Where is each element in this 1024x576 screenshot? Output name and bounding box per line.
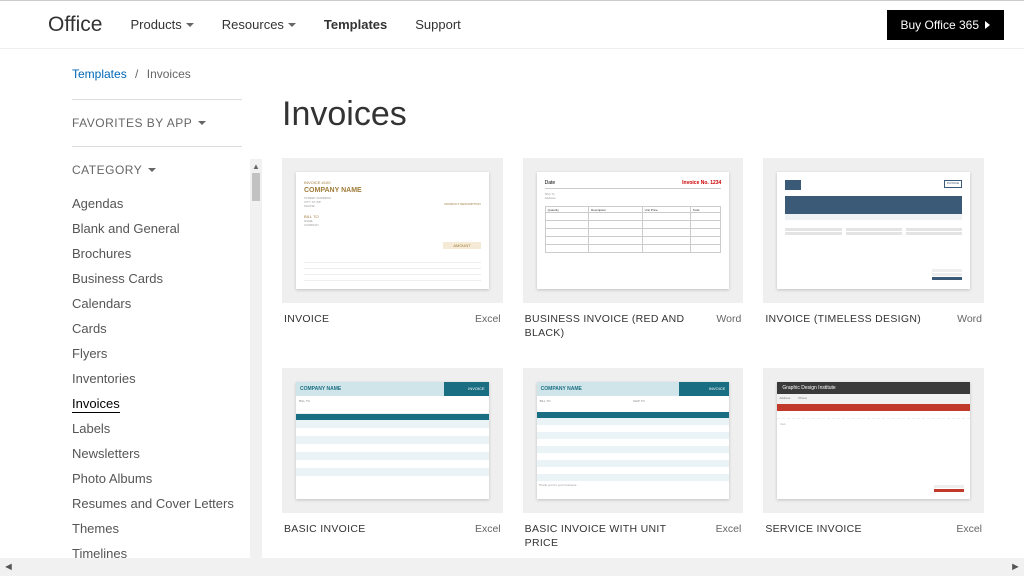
nav-resources[interactable]: Resources xyxy=(222,17,296,32)
card-meta: BASIC INVOICE Excel xyxy=(282,513,503,537)
chevron-down-icon xyxy=(198,121,206,125)
chevron-right-icon xyxy=(985,21,990,29)
card-meta: BUSINESS INVOICE (RED AND BLACK) Word xyxy=(523,303,744,340)
divider xyxy=(72,146,242,147)
brand-logo[interactable]: Office xyxy=(48,13,102,37)
template-card[interactable]: Graphic Design Institute AddressPhone It… xyxy=(763,368,984,550)
chevron-down-icon xyxy=(186,23,194,27)
doc-preview: INVOICE #100 COMPANY NAME STREET ADDRESS… xyxy=(296,172,489,289)
card-app: Excel xyxy=(475,313,501,325)
card-meta: INVOICE (TIMELESS DESIGN) Word xyxy=(763,303,984,327)
card-title: SERVICE INVOICE xyxy=(765,523,862,537)
chevron-down-icon xyxy=(288,23,296,27)
sidebar-item-photo-albums[interactable]: Photo Albums xyxy=(72,466,242,491)
nav-label: Support xyxy=(415,17,461,32)
sidebar-favorites-header[interactable]: FAVORITES BY APP xyxy=(72,110,242,136)
scroll-right-icon[interactable]: ► xyxy=(1007,559,1024,576)
sidebar-item-cards[interactable]: Cards xyxy=(72,316,242,341)
sidebar-head-label: FAVORITES BY APP xyxy=(72,116,192,130)
card-title: BASIC INVOICE WITH UNIT PRICE xyxy=(525,523,688,550)
page-title: Invoices xyxy=(282,95,984,134)
breadcrumb-separator: / xyxy=(135,67,138,81)
main-content: Invoices INVOICE #100 COMPANY NAME STREE… xyxy=(282,89,1024,558)
card-meta: SERVICE INVOICE Excel xyxy=(763,513,984,537)
template-thumbnail: Graphic Design Institute AddressPhone It… xyxy=(763,368,984,513)
template-thumbnail: Date Invoice No. 1234 Ship ToAddress Qua… xyxy=(523,158,744,303)
sidebar-item-agendas[interactable]: Agendas xyxy=(72,191,242,216)
card-title: INVOICE xyxy=(284,313,329,327)
breadcrumb-current: Invoices xyxy=(147,67,191,81)
template-card[interactable]: INVOICE xyxy=(763,158,984,340)
card-title: INVOICE (TIMELESS DESIGN) xyxy=(765,313,921,327)
scroll-track[interactable] xyxy=(17,558,1007,576)
card-title: BUSINESS INVOICE (RED AND BLACK) xyxy=(525,313,688,340)
template-card[interactable]: Date Invoice No. 1234 Ship ToAddress Qua… xyxy=(523,158,744,340)
top-nav: Office Products Resources Templates Supp… xyxy=(0,1,1024,49)
nav-menu: Products Resources Templates Support xyxy=(130,17,886,32)
scroll-up-icon[interactable]: ▲ xyxy=(250,159,262,173)
horizontal-scrollbar[interactable]: ◄ ► xyxy=(0,558,1024,576)
buy-label: Buy Office 365 xyxy=(901,18,980,32)
nav-products[interactable]: Products xyxy=(130,17,193,32)
doc-preview: COMPANY NAME INVOICE BILL TO xyxy=(296,382,489,499)
template-thumbnail: COMPANY NAME INVOICE BILL TOSHIP TO xyxy=(523,368,744,513)
template-thumbnail: INVOICE #100 COMPANY NAME STREET ADDRESS… xyxy=(282,158,503,303)
doc-preview: Graphic Design Institute AddressPhone It… xyxy=(777,382,970,499)
content-scroll[interactable]: Templates / Invoices FAVORITES BY APP CA… xyxy=(0,49,1024,558)
divider xyxy=(72,99,242,100)
sidebar-item-resumes[interactable]: Resumes and Cover Letters xyxy=(72,491,242,516)
breadcrumb: Templates / Invoices xyxy=(72,49,1024,89)
template-card[interactable]: COMPANY NAME INVOICE BILL TOSHIP TO xyxy=(523,368,744,550)
sidebar-scrollbar[interactable]: ▲ xyxy=(250,159,262,558)
sidebar-item-invoices[interactable]: Invoices xyxy=(72,391,242,416)
doc-preview: INVOICE xyxy=(777,172,970,289)
sidebar-item-flyers[interactable]: Flyers xyxy=(72,341,242,366)
nav-support[interactable]: Support xyxy=(415,17,461,32)
card-app: Excel xyxy=(956,523,982,535)
template-card[interactable]: COMPANY NAME INVOICE BILL TO xyxy=(282,368,503,550)
buy-office-button[interactable]: Buy Office 365 xyxy=(887,10,1005,40)
template-thumbnail: INVOICE xyxy=(763,158,984,303)
sidebar-item-calendars[interactable]: Calendars xyxy=(72,291,242,316)
template-grid: INVOICE #100 COMPANY NAME STREET ADDRESS… xyxy=(282,158,984,558)
nav-label: Templates xyxy=(324,17,387,32)
sidebar-item-business-cards[interactable]: Business Cards xyxy=(72,266,242,291)
card-title: BASIC INVOICE xyxy=(284,523,366,537)
sidebar-item-blank[interactable]: Blank and General xyxy=(72,216,242,241)
sidebar: FAVORITES BY APP CATEGORY Agendas Blank … xyxy=(72,89,242,558)
category-list: Agendas Blank and General Brochures Busi… xyxy=(72,191,242,558)
card-app: Word xyxy=(716,313,741,325)
sidebar-item-themes[interactable]: Themes xyxy=(72,516,242,541)
sidebar-item-timelines[interactable]: Timelines xyxy=(72,541,242,558)
scroll-left-icon[interactable]: ◄ xyxy=(0,559,17,576)
sidebar-item-labels[interactable]: Labels xyxy=(72,416,242,441)
scroll-thumb[interactable] xyxy=(252,173,260,201)
chevron-down-icon xyxy=(148,168,156,172)
nav-label: Products xyxy=(130,17,181,32)
template-card[interactable]: INVOICE #100 COMPANY NAME STREET ADDRESS… xyxy=(282,158,503,340)
card-app: Word xyxy=(957,313,982,325)
doc-preview: COMPANY NAME INVOICE BILL TOSHIP TO xyxy=(537,382,730,499)
card-app: Excel xyxy=(475,523,501,535)
sidebar-item-inventories[interactable]: Inventories xyxy=(72,366,242,391)
sidebar-item-brochures[interactable]: Brochures xyxy=(72,241,242,266)
card-meta: INVOICE Excel xyxy=(282,303,503,327)
sidebar-category-header[interactable]: CATEGORY xyxy=(72,157,242,183)
nav-label: Resources xyxy=(222,17,284,32)
card-meta: BASIC INVOICE WITH UNIT PRICE Excel xyxy=(523,513,744,550)
card-app: Excel xyxy=(716,523,742,535)
sidebar-item-newsletters[interactable]: Newsletters xyxy=(72,441,242,466)
sidebar-head-label: CATEGORY xyxy=(72,163,142,177)
nav-templates[interactable]: Templates xyxy=(324,17,387,32)
breadcrumb-root[interactable]: Templates xyxy=(72,67,127,81)
template-thumbnail: COMPANY NAME INVOICE BILL TO xyxy=(282,368,503,513)
doc-preview: Date Invoice No. 1234 Ship ToAddress Qua… xyxy=(537,172,730,289)
